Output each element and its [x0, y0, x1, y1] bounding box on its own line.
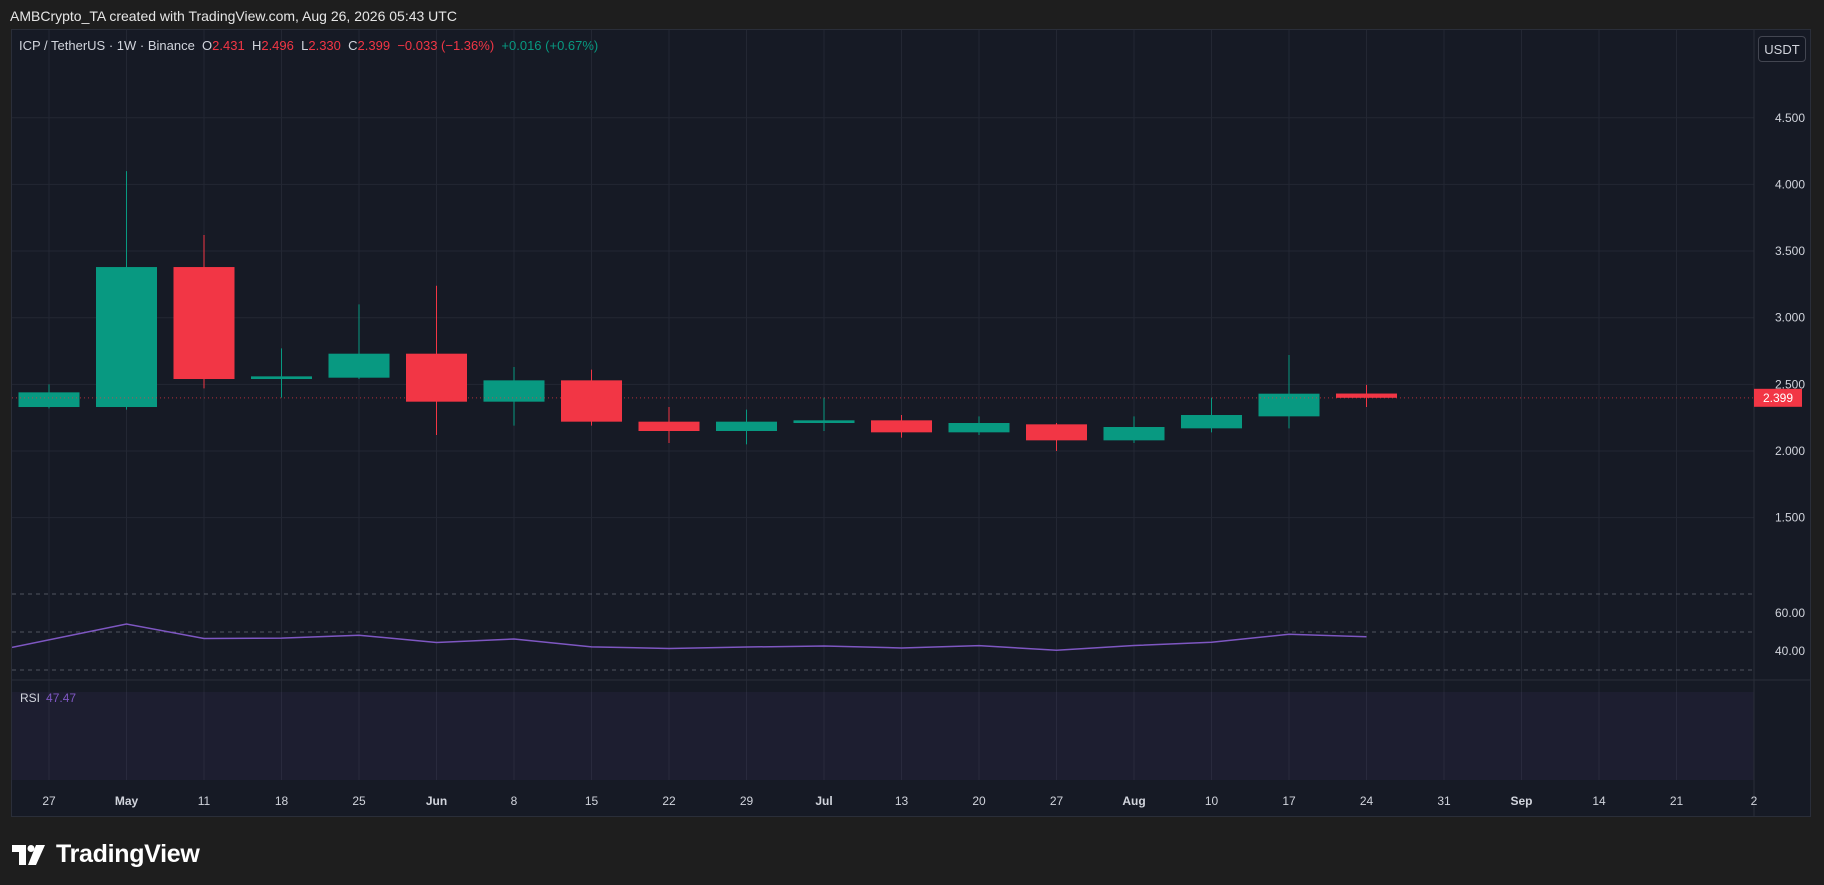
tradingview-logo-icon [12, 844, 45, 865]
high-label: H [251, 38, 262, 53]
last-price-label: 2.399 [1763, 391, 1793, 405]
rsi-legend[interactable]: RSI 47.47 [20, 691, 76, 705]
last-price-marker: 2.399 [12, 388, 1802, 407]
time-tick-label: 13 [895, 794, 909, 808]
candle-body [948, 423, 1010, 433]
candle-body [871, 420, 932, 433]
price-tick-label: 4.500 [1775, 111, 1805, 125]
candle [18, 384, 80, 409]
tradingview-wordmark: TradingView [56, 840, 200, 868]
indicator-change: +0.016 (+0.67%) [501, 38, 599, 53]
candle [173, 235, 235, 389]
rsi-tick-label: 40.00 [1775, 644, 1805, 658]
candle [328, 304, 390, 380]
candle-body [1181, 415, 1242, 429]
time-tick-label: 8 [511, 794, 518, 808]
close-label: C [348, 38, 358, 53]
low-value: 2.330 [308, 38, 341, 53]
candle-body [716, 421, 777, 432]
rsi-band [12, 692, 1754, 780]
candle [483, 367, 545, 426]
time-tick-label: 25 [352, 794, 366, 808]
time-tick-label: 24 [1360, 794, 1374, 808]
time-tick-label: Jul [815, 794, 832, 808]
time-tick-label: 18 [275, 794, 289, 808]
candle [251, 348, 312, 398]
time-tick-label: 10 [1205, 794, 1219, 808]
currency-button[interactable]: USDT [1758, 36, 1806, 62]
time-tick-label: 22 [662, 794, 676, 808]
candle-body [561, 380, 622, 422]
candle-body [173, 267, 235, 380]
candle-body [328, 353, 390, 378]
candle [1258, 355, 1320, 429]
candle-body [1258, 393, 1320, 417]
open-label: O [202, 38, 213, 53]
time-tick-label: 14 [1592, 794, 1606, 808]
attribution-text: AMBCrypto_TA created with TradingView.co… [10, 8, 457, 24]
price-axis: 1.5002.0002.5003.0003.5004.0004.500 [1775, 111, 1805, 525]
time-tick-label: Aug [1122, 794, 1145, 808]
time-tick-label: 31 [1437, 794, 1451, 808]
time-tick-label: May [115, 794, 139, 808]
tradingview-logo[interactable]: TradingView [12, 840, 200, 869]
candle-body [483, 380, 545, 402]
candles [18, 171, 1397, 451]
price-change: −0.033 (−1.36%) [397, 38, 495, 53]
time-tick-label: Sep [1510, 794, 1532, 808]
chart-canvas[interactable]: 1.5002.0002.5003.0003.5004.0004.500 40.0… [12, 30, 1811, 817]
candle-body [1336, 393, 1397, 398]
price-tick-label: 4.000 [1775, 177, 1805, 191]
time-tick-label: 27 [42, 794, 56, 808]
grid-lines [12, 30, 1755, 780]
time-tick-label: 29 [740, 794, 754, 808]
symbol-legend[interactable]: ICP / TetherUS · 1W · Binance O2.431 H2.… [19, 38, 598, 53]
time-tick-label: 17 [1282, 794, 1296, 808]
candle-body [638, 421, 700, 432]
candle [1336, 384, 1397, 408]
candle-body [18, 392, 80, 408]
candle-body [96, 267, 157, 408]
candle-body [1026, 424, 1087, 441]
candle [793, 397, 855, 432]
chart-frame[interactable]: 1.500 2.000 2.500 3.000 3.500 4.000 4.500 40.0… [11, 29, 1811, 817]
symbol-title[interactable]: ICP / TetherUS · 1W · Binance [19, 38, 195, 53]
candle [638, 407, 700, 444]
candle [96, 171, 157, 410]
rsi-name: RSI [20, 691, 41, 705]
high-value: 2.496 [261, 38, 294, 53]
rsi-value: 47.47 [46, 691, 77, 705]
candle [871, 415, 932, 438]
candle [1181, 397, 1242, 433]
time-axis: 27 May 11 18 25 Jun 8 15 22 29 Jul 13 20 27 Aug 10 17 24 3… [42, 794, 1757, 808]
open-value: 2.431 [212, 38, 245, 53]
time-tick-label: 27 [1050, 794, 1064, 808]
time-tick-label: 11 [198, 794, 211, 808]
rsi-levels [12, 593, 1754, 671]
price-tick-label: 3.500 [1775, 244, 1805, 258]
time-tick-label: 15 [585, 794, 599, 808]
price-tick-label: 1.500 [1775, 511, 1805, 525]
rsi-line [12, 623, 1367, 651]
candle [948, 416, 1010, 436]
time-tick-label: 2 [1751, 794, 1758, 808]
candle [1026, 423, 1087, 451]
candle-body [251, 376, 312, 380]
candle [716, 409, 777, 445]
candle [1103, 416, 1165, 444]
candle-body [1103, 427, 1165, 441]
candle-body [406, 353, 467, 402]
candle-body [793, 420, 855, 424]
time-tick-label: 20 [972, 794, 986, 808]
candle [406, 285, 467, 436]
time-tick-label: 21 [1670, 794, 1684, 808]
close-value: 2.399 [357, 38, 391, 53]
rsi-axis: 40.00 60.00 [1775, 606, 1805, 658]
rsi-tick-label: 60.00 [1775, 606, 1805, 620]
price-tick-label: 2.000 [1775, 444, 1805, 458]
time-tick-label: Jun [426, 794, 447, 808]
price-tick-label: 3.000 [1775, 311, 1805, 325]
